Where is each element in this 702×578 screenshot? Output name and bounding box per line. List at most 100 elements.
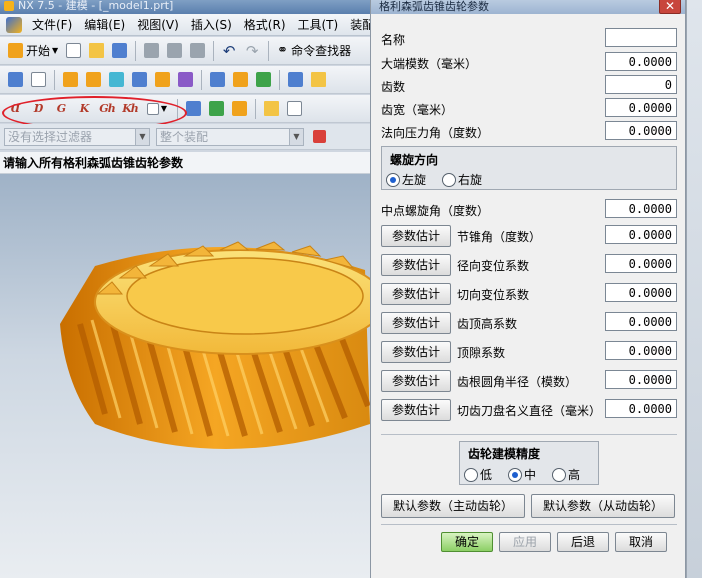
pressure-angle-label: 法向压力角（度数）	[381, 126, 490, 140]
analysis-button[interactable]	[205, 99, 227, 119]
menu-view[interactable]: 视图(V)	[131, 16, 185, 33]
redo-icon: ↷	[245, 41, 259, 60]
selection-filter-combo[interactable]: 没有选择过滤器 ▼	[4, 127, 150, 146]
root-fillet-field[interactable]	[605, 370, 677, 389]
estimate-button[interactable]: 参数估计	[381, 283, 451, 305]
save-button[interactable]	[108, 41, 130, 61]
name-field[interactable]	[605, 28, 677, 47]
book-button[interactable]	[284, 70, 306, 90]
scope-combo[interactable]: 整个装配 ▼	[156, 127, 304, 146]
face-width-field[interactable]	[605, 98, 677, 117]
gear-icon: Ɒ	[33, 102, 43, 115]
hypoid-klingelnberg-button[interactable]: Kh	[119, 99, 141, 119]
radial-shift-field[interactable]	[605, 254, 677, 273]
chevron-down-icon: ▼	[289, 128, 303, 145]
module-label: 大端模数（毫米）	[381, 57, 478, 71]
module-field[interactable]	[605, 52, 677, 71]
estimate-button[interactable]: 参数估计	[381, 312, 451, 334]
radio-unselected-icon	[464, 467, 478, 482]
new-file-button[interactable]	[62, 41, 84, 61]
folder-icon	[88, 43, 104, 58]
hypoid-gear-button[interactable]: Gh	[96, 99, 118, 119]
selection-filter-value: 没有选择过滤器	[8, 129, 93, 144]
layer-button[interactable]	[260, 99, 282, 119]
start-button[interactable]: 开始 ▼	[4, 41, 62, 61]
cutter-diameter-label: 切齿刀盘名义直径（毫米）	[457, 404, 602, 418]
save-icon	[111, 43, 127, 58]
menu-edit[interactable]: 编辑(E)	[78, 16, 131, 33]
open-file-button[interactable]	[85, 41, 107, 61]
start-icon	[8, 43, 23, 58]
constraint-icon	[255, 72, 271, 87]
view-button[interactable]	[283, 99, 305, 119]
bevel-gear-button[interactable]: Ɒ	[27, 99, 49, 119]
menu-format[interactable]: 格式(R)	[238, 16, 292, 33]
gear-icon: Kh	[122, 102, 139, 115]
estimate-button[interactable]: 参数估计	[381, 341, 451, 363]
snap-point-button[interactable]	[308, 127, 330, 147]
ok-button[interactable]: 确定	[441, 532, 493, 552]
layer-icon	[263, 101, 279, 116]
extrude-button[interactable]	[59, 70, 81, 90]
estimate-button[interactable]: 参数估计	[381, 254, 451, 276]
precision-high-radio[interactable]: 高	[552, 466, 580, 483]
menu-tools[interactable]: 工具(T)	[292, 16, 345, 33]
tangential-shift-field[interactable]	[605, 283, 677, 302]
menu-file[interactable]: 文件(F)	[26, 16, 78, 33]
gear-dropdown-button[interactable]: ▼	[142, 99, 172, 119]
estimate-button[interactable]: 参数估计	[381, 370, 451, 392]
precision-mid-radio[interactable]: 中	[508, 466, 536, 483]
helix-right-radio[interactable]: 右旋	[442, 171, 482, 188]
back-button[interactable]: 后退	[557, 532, 609, 552]
pitch-cone-angle-field[interactable]	[605, 225, 677, 244]
graphics-window[interactable]	[0, 174, 370, 578]
dialog-title-bar: 格利森弧齿锥齿轮参数 ✕	[371, 0, 685, 14]
sketch-button[interactable]	[4, 70, 26, 90]
cut-icon	[143, 43, 159, 58]
estimate-button[interactable]: 参数估计	[381, 399, 451, 421]
undo-button[interactable]: ↶	[218, 41, 240, 61]
addendum-coef-field[interactable]	[605, 312, 677, 331]
gleason-gear-button[interactable]: G	[50, 99, 72, 119]
drawing-button[interactable]	[307, 70, 329, 90]
close-icon[interactable]: ✕	[659, 0, 681, 14]
precision-low-radio[interactable]: 低	[464, 466, 492, 483]
snap-button[interactable]	[228, 99, 250, 119]
default-driving-button[interactable]: 默认参数（主动齿轮）	[381, 494, 525, 518]
toolbar-separator	[279, 69, 280, 90]
assembly-button[interactable]	[206, 70, 228, 90]
revolve-icon	[85, 72, 101, 87]
menu-insert[interactable]: 插入(S)	[185, 16, 238, 33]
edge-blend-button[interactable]	[151, 70, 173, 90]
spiral-angle-field[interactable]	[605, 199, 677, 218]
estimate-button[interactable]: 参数估计	[381, 225, 451, 247]
cutter-diameter-field[interactable]	[605, 399, 677, 418]
paste-button[interactable]	[186, 41, 208, 61]
hole-button[interactable]	[105, 70, 127, 90]
revolve-button[interactable]	[82, 70, 104, 90]
measure-button[interactable]	[182, 99, 204, 119]
cut-button[interactable]	[140, 41, 162, 61]
datum-plane-button[interactable]	[27, 70, 49, 90]
cylindrical-gear-button[interactable]: Ɑ	[4, 99, 26, 119]
gear-icon: Gh	[99, 102, 115, 115]
constraint-button[interactable]	[252, 70, 274, 90]
helix-left-radio[interactable]: 左旋	[386, 171, 426, 188]
apply-button[interactable]: 应用	[499, 532, 551, 552]
precision-mid-label: 中	[524, 468, 537, 482]
copy-button[interactable]	[163, 41, 185, 61]
cancel-button[interactable]: 取消	[615, 532, 667, 552]
block-button[interactable]	[128, 70, 150, 90]
teeth-field[interactable]	[605, 75, 677, 94]
radio-selected-icon	[386, 172, 400, 187]
sketch-icon	[7, 72, 23, 87]
clearance-coef-field[interactable]	[605, 341, 677, 360]
redo-button[interactable]: ↷	[241, 41, 263, 61]
component-button[interactable]	[229, 70, 251, 90]
chamfer-button[interactable]	[174, 70, 196, 90]
command-finder-button[interactable]: ⚭ 命令查找器	[273, 41, 355, 61]
nx-menu-icon[interactable]	[6, 16, 22, 33]
pressure-angle-field[interactable]	[605, 121, 677, 140]
default-driven-button[interactable]: 默认参数（从动齿轮）	[531, 494, 675, 518]
klingelnberg-gear-button[interactable]: K	[73, 99, 95, 119]
